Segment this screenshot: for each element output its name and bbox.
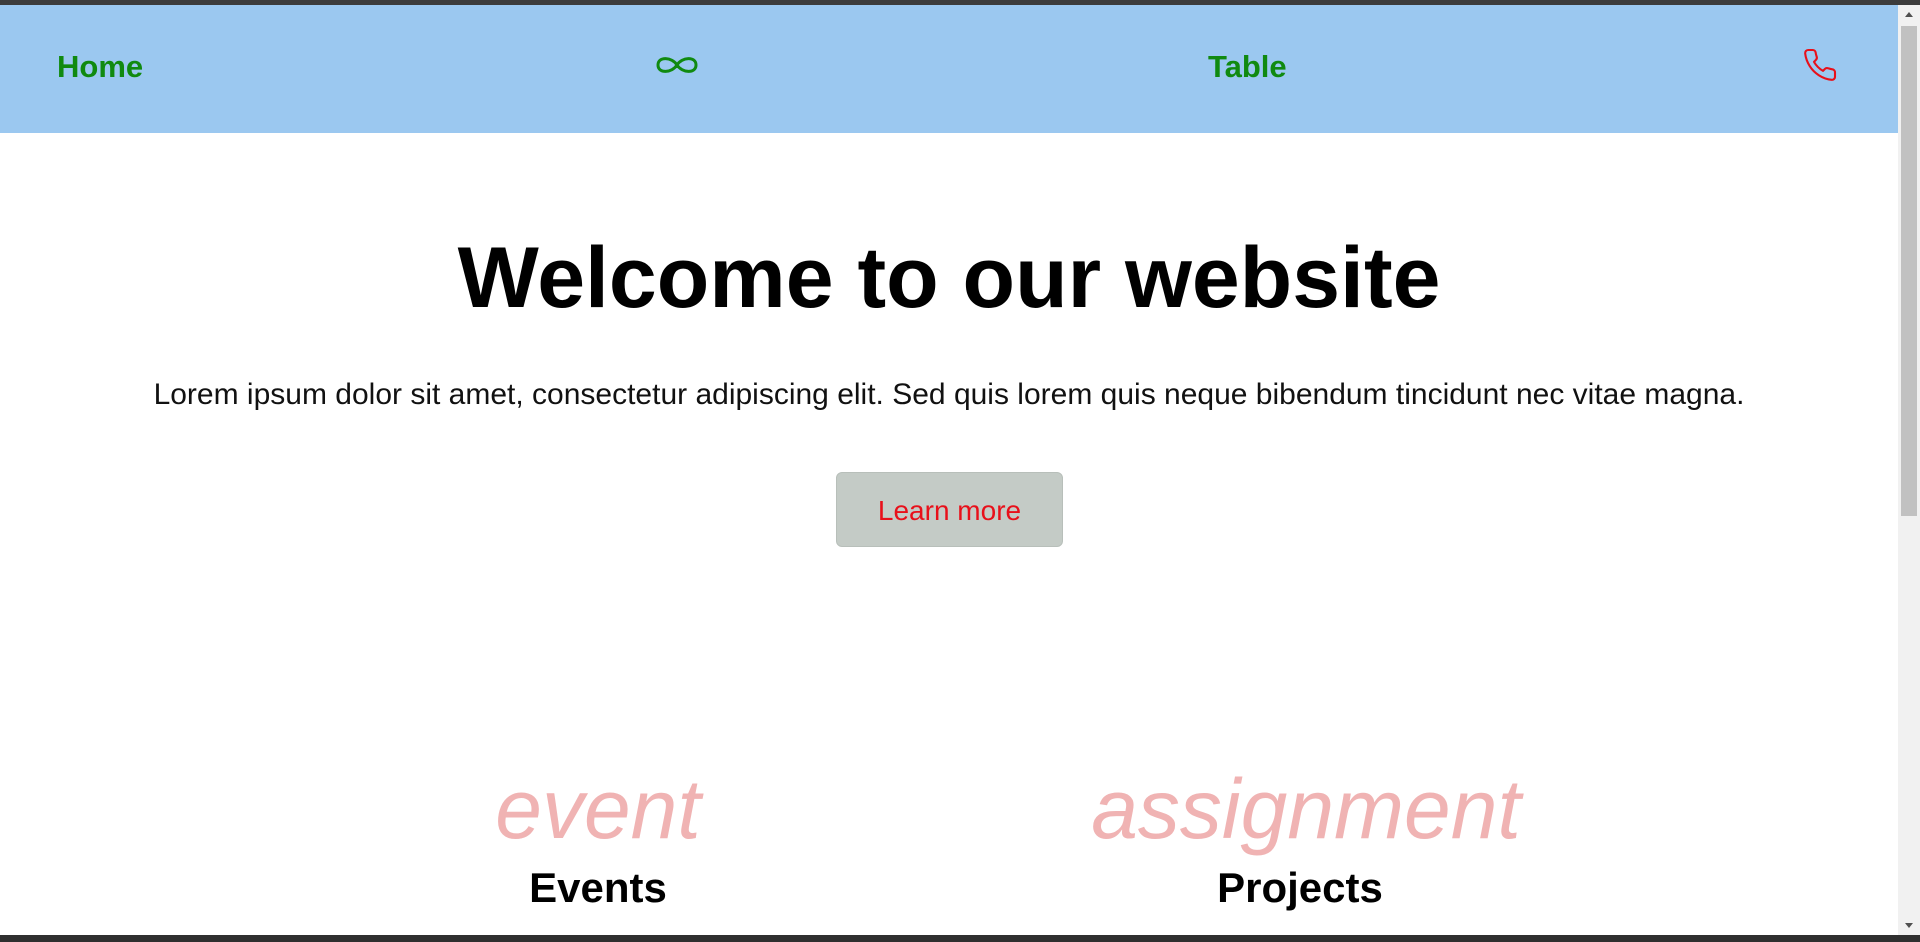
window-bottom-border <box>0 935 1920 942</box>
scroll-up-arrow-icon[interactable] <box>1898 5 1920 25</box>
hero-title: Welcome to our website <box>457 230 1441 326</box>
feature-title-projects: Projects <box>1217 864 1383 911</box>
assignment-icon: assignment <box>1091 762 1521 856</box>
phone-icon[interactable] <box>1802 47 1838 83</box>
event-icon: event <box>495 762 701 856</box>
vertical-scrollbar[interactable] <box>1898 5 1920 935</box>
navbar: Home Table <box>0 5 1898 133</box>
learn-more-button[interactable]: Learn more <box>836 472 1063 547</box>
feature-title-events: Events <box>529 864 667 911</box>
page-viewport: Home Table Welcome to our website Lorem … <box>0 5 1898 935</box>
nav-home-link[interactable]: Home <box>57 51 143 82</box>
scroll-down-arrow-icon[interactable] <box>1898 915 1920 935</box>
nav-table-link[interactable]: Table <box>1208 51 1287 82</box>
scrollbar-thumb[interactable] <box>1901 26 1917 516</box>
infinity-icon[interactable] <box>653 51 701 79</box>
hero-description: Lorem ipsum dolor sit amet, consectetur … <box>153 378 1745 411</box>
